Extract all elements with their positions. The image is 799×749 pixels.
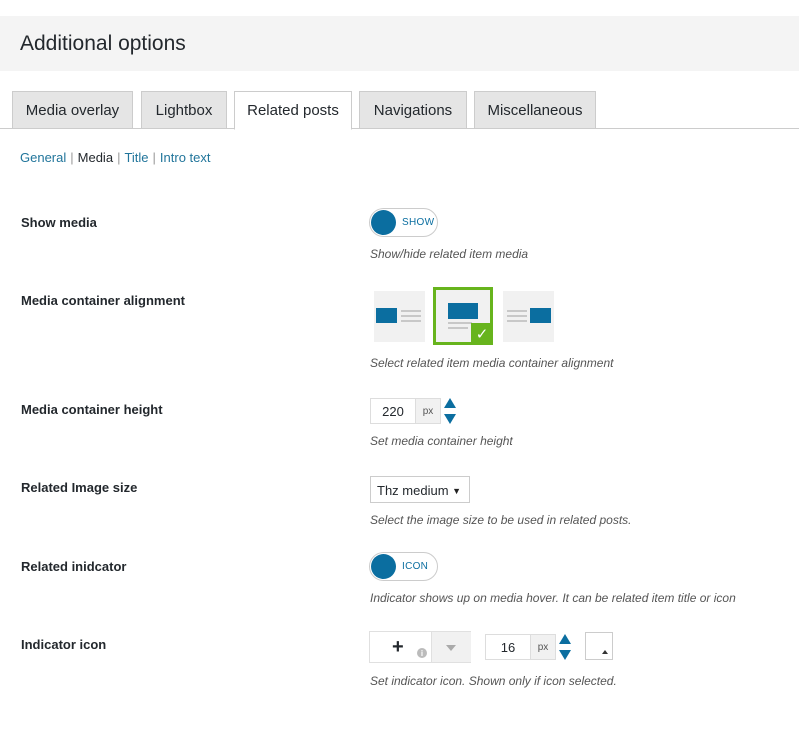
subnav-separator: | bbox=[117, 150, 121, 165]
info-icon[interactable]: i bbox=[417, 648, 427, 658]
icon-picker[interactable]: + i bbox=[369, 631, 471, 663]
text-line-icon bbox=[401, 315, 421, 317]
height-input[interactable]: 220 px bbox=[370, 398, 441, 424]
indicator-toggle[interactable]: ICON bbox=[369, 552, 438, 581]
image-size-description: Select the image size to be used in rela… bbox=[370, 513, 632, 527]
media-block-icon bbox=[530, 308, 551, 323]
tab-bar: Media overlay Lightbox Related posts Nav… bbox=[0, 91, 799, 130]
toggle-knob bbox=[371, 554, 396, 579]
indicator-icon-description: Set indicator icon. Shown only if icon s… bbox=[370, 674, 617, 688]
decrement-arrow-icon[interactable] bbox=[559, 650, 571, 660]
increment-arrow-icon[interactable] bbox=[444, 398, 456, 408]
text-line-icon bbox=[401, 320, 421, 322]
tab-related-posts[interactable]: Related posts bbox=[234, 91, 352, 130]
icon-size-stepper[interactable] bbox=[559, 634, 571, 660]
image-size-value: Thz medium bbox=[377, 483, 449, 498]
page-title: Additional options bbox=[20, 32, 186, 55]
tab-lightbox[interactable]: Lightbox bbox=[141, 91, 227, 129]
height-unit: px bbox=[415, 399, 440, 423]
image-size-select[interactable]: Thz medium ▼ bbox=[370, 476, 470, 503]
align-left-option[interactable] bbox=[374, 291, 425, 342]
alignment-description: Select related item media container alig… bbox=[370, 356, 614, 370]
checkmark-icon: ✓ bbox=[471, 323, 493, 345]
text-line-icon bbox=[448, 322, 472, 324]
chevron-down-icon bbox=[446, 645, 456, 651]
tab-miscellaneous[interactable]: Miscellaneous bbox=[474, 91, 596, 129]
alignment-label: Media container alignment bbox=[21, 293, 185, 308]
show-media-label: Show media bbox=[21, 215, 97, 230]
page-header: Additional options bbox=[0, 16, 799, 71]
icon-size-value[interactable]: 16 bbox=[486, 635, 530, 659]
icon-size-unit: px bbox=[530, 635, 555, 659]
subnav-separator: | bbox=[70, 150, 74, 165]
subnav-title[interactable]: Title bbox=[124, 150, 148, 165]
text-line-icon bbox=[507, 315, 527, 317]
toggle-state-label: ICON bbox=[402, 561, 429, 572]
align-center-option[interactable]: ✓ bbox=[433, 287, 493, 345]
icon-picker-dropdown[interactable] bbox=[431, 632, 471, 662]
media-block-icon bbox=[448, 303, 478, 319]
height-description: Set media container height bbox=[370, 434, 513, 448]
section-subnav: General | Media | Title | Intro text bbox=[20, 150, 211, 165]
subnav-media: Media bbox=[77, 150, 114, 165]
media-block-icon bbox=[376, 308, 397, 323]
indicator-label: Related inidcator bbox=[21, 559, 127, 574]
icon-size-input[interactable]: 16 px bbox=[485, 634, 556, 660]
align-right-option[interactable] bbox=[503, 291, 554, 342]
decrement-arrow-icon[interactable] bbox=[444, 414, 456, 424]
subnav-intro-text[interactable]: Intro text bbox=[160, 150, 211, 165]
show-media-toggle[interactable]: SHOW bbox=[369, 208, 438, 237]
subnav-general[interactable]: General bbox=[20, 150, 66, 165]
indicator-icon-label: Indicator icon bbox=[21, 637, 107, 652]
increment-arrow-icon[interactable] bbox=[559, 634, 571, 644]
text-line-icon bbox=[448, 327, 468, 329]
tab-media-overlay[interactable]: Media overlay bbox=[12, 91, 133, 129]
plus-icon: + bbox=[392, 636, 404, 658]
text-line-icon bbox=[401, 310, 421, 312]
indicator-description: Indicator shows up on media hover. It ca… bbox=[370, 591, 736, 605]
toggle-state-label: SHOW bbox=[402, 217, 435, 228]
height-stepper[interactable] bbox=[444, 398, 456, 424]
chevron-down-icon: ▼ bbox=[452, 486, 461, 496]
image-size-label: Related Image size bbox=[21, 480, 138, 495]
tab-navigations[interactable]: Navigations bbox=[359, 91, 467, 129]
height-label: Media container height bbox=[21, 402, 163, 417]
icon-color-picker[interactable] bbox=[585, 632, 613, 660]
show-media-description: Show/hide related item media bbox=[370, 247, 529, 261]
height-value[interactable]: 220 bbox=[371, 399, 415, 423]
text-line-icon bbox=[507, 320, 527, 322]
subnav-separator: | bbox=[152, 150, 156, 165]
caret-up-icon bbox=[602, 650, 608, 654]
text-line-icon bbox=[507, 310, 527, 312]
toggle-knob bbox=[371, 210, 396, 235]
